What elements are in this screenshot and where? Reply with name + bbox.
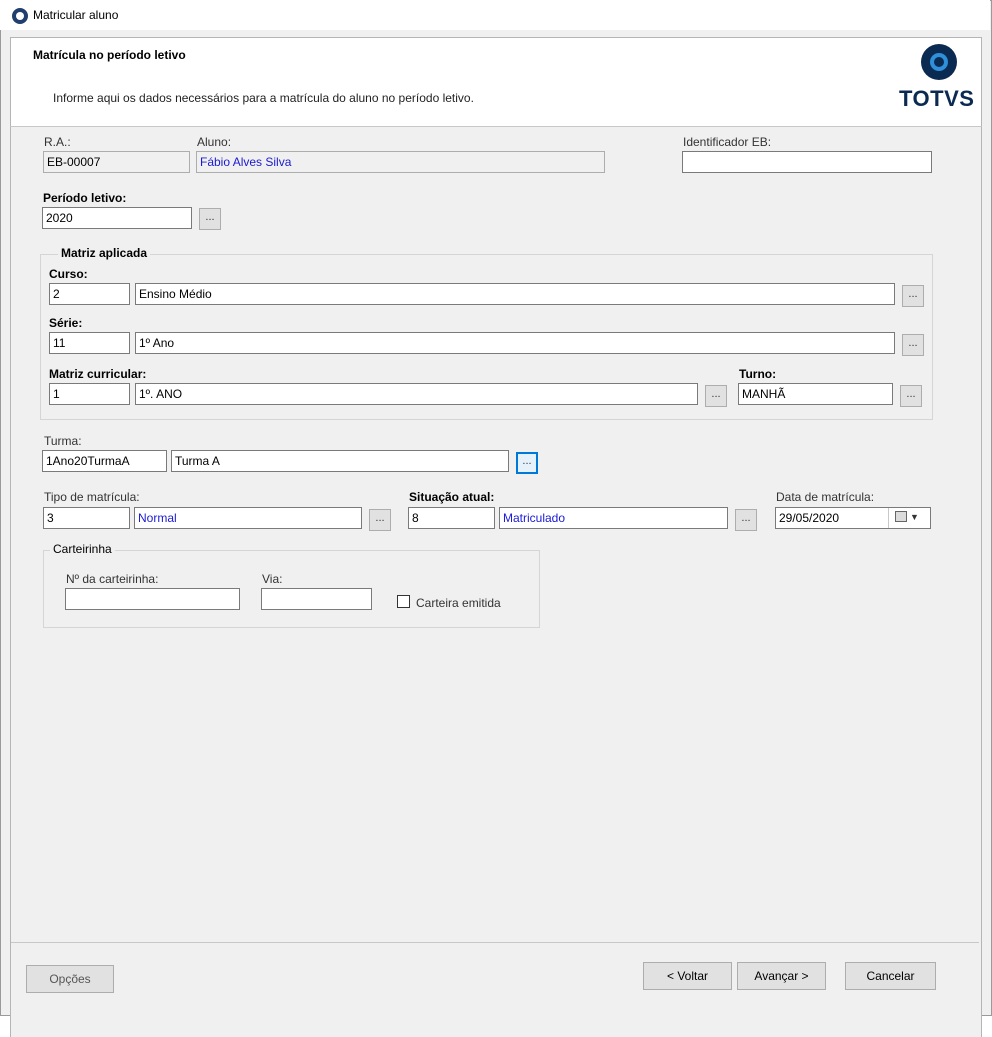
turma-name-field[interactable]: Turma A [171,450,509,472]
app-icon [12,8,28,24]
footer-divider [11,942,979,943]
chevron-down-icon[interactable]: ▼ [910,512,919,522]
identificador-eb-label: Identificador EB: [683,135,772,149]
data-matricula-field[interactable]: 29/05/2020 [775,507,931,529]
title-bar: Matricular aluno [0,0,990,30]
aluno-label: Aluno: [197,135,232,149]
matriz-lookup-button[interactable]: ... [705,385,727,407]
matriz-curricular-label: Matriz curricular: [49,367,147,381]
serie-code-field[interactable]: 11 [49,332,130,354]
carteira-emitida-checkbox[interactable] [397,595,410,608]
numero-carteirinha-field[interactable] [65,588,240,610]
via-field[interactable] [261,588,372,610]
numero-carteirinha-label: Nº da carteirinha: [66,572,159,586]
serie-name-field[interactable]: 1º Ano [135,332,895,354]
situacao-lookup-button[interactable]: ... [735,509,757,531]
tipo-code-field[interactable]: 3 [43,507,130,529]
aluno-field[interactable]: Fábio Alves Silva [196,151,605,173]
curso-name-field[interactable]: Ensino Médio [135,283,895,305]
turno-label: Turno: [739,367,777,381]
window-title: Matricular aluno [33,8,119,22]
curso-lookup-button[interactable]: ... [902,285,924,307]
tipo-name-field[interactable]: Normal [134,507,362,529]
date-picker-divider [888,508,889,528]
via-label: Via: [262,572,283,586]
situacao-atual-label: Situação atual: [409,490,495,504]
ra-field[interactable]: EB-00007 [43,151,190,173]
data-matricula-label: Data de matrícula: [776,490,875,504]
identificador-eb-field[interactable] [682,151,932,173]
curso-code-field[interactable]: 2 [49,283,130,305]
matriz-aplicada-title: Matriz aplicada [58,246,151,260]
periodo-lookup-button[interactable]: ... [199,208,221,230]
serie-label: Série: [49,316,83,330]
matriz-name-field[interactable]: 1º. ANO [135,383,698,405]
wizard-header: Matrícula no período letivo Informe aqui… [10,37,982,127]
content-panel [10,37,982,1037]
curso-label: Curso: [49,267,88,281]
totvs-logo-icon [921,44,957,80]
periodo-letivo-field[interactable]: 2020 [42,207,192,229]
carteirinha-title: Carteirinha [50,542,115,556]
header-title: Matrícula no período letivo [33,48,186,62]
tipo-lookup-button[interactable]: ... [369,509,391,531]
situacao-code-field[interactable]: 8 [408,507,495,529]
cancelar-button[interactable]: Cancelar [845,962,936,990]
serie-lookup-button[interactable]: ... [902,334,924,356]
turma-lookup-button[interactable]: ... [516,452,538,474]
header-description: Informe aqui os dados necessários para a… [53,91,474,105]
totvs-logo-text: TOTVS [899,86,975,111]
turno-lookup-button[interactable]: ... [900,385,922,407]
calendar-icon[interactable] [895,511,907,522]
avancar-button[interactable]: Avançar > [737,962,826,990]
opcoes-button[interactable]: Opções [26,965,114,993]
voltar-button[interactable]: < Voltar [643,962,732,990]
turma-code-field[interactable]: 1Ano20TurmaA [42,450,167,472]
turma-label: Turma: [44,434,82,448]
periodo-letivo-label: Período letivo: [43,191,127,205]
ra-label: R.A.: [44,135,71,149]
situacao-name-field[interactable]: Matriculado [499,507,728,529]
matriz-code-field[interactable]: 1 [49,383,130,405]
tipo-matricula-label: Tipo de matrícula: [44,490,140,504]
carteira-emitida-label[interactable]: Carteira emitida [416,596,501,610]
turno-field[interactable]: MANHÃ [738,383,893,405]
